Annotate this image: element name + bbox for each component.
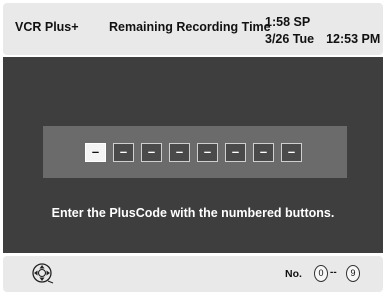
- number-9-button-icon: 9: [346, 265, 360, 282]
- vcr-plus-screen: VCR Plus+ Remaining Recording Time 1:58 …: [0, 0, 386, 295]
- footer-bar: No. 0 -- 9: [3, 256, 383, 292]
- pluscode-digit-7[interactable]: –: [253, 143, 274, 162]
- pluscode-entry-panel: – – – – – – – –: [43, 126, 347, 178]
- pluscode-digit-1[interactable]: –: [85, 143, 106, 162]
- time-display: 12:53 PM: [326, 32, 381, 46]
- pluscode-digit-2[interactable]: –: [113, 143, 134, 162]
- pluscode-digit-5[interactable]: –: [197, 143, 218, 162]
- main-area: – – – – – – – – Enter the PlusCode with …: [3, 57, 383, 253]
- date-display: 3/26 Tue: [265, 32, 315, 46]
- pluscode-digit-6[interactable]: –: [225, 143, 246, 162]
- pluscode-digit-8[interactable]: –: [281, 143, 302, 162]
- pluscode-digit-4[interactable]: –: [169, 143, 190, 162]
- directional-pad-icon: [29, 260, 55, 291]
- screen-title: VCR Plus+: [15, 20, 79, 34]
- date-time: 3/26 Tue 12:53 PM: [265, 32, 380, 46]
- range-separator: --: [330, 267, 337, 278]
- number-label: No.: [285, 268, 302, 280]
- pluscode-digit-row: – – – – – – – –: [85, 143, 302, 162]
- instruction-text: Enter the PlusCode with the numbered but…: [51, 206, 335, 220]
- pluscode-digit-3[interactable]: –: [141, 143, 162, 162]
- remaining-time-value: 1:58 SP: [265, 15, 311, 29]
- header-bar: VCR Plus+ Remaining Recording Time 1:58 …: [3, 3, 383, 55]
- remaining-time-label: Remaining Recording Time: [109, 20, 271, 34]
- number-0-button-icon: 0: [314, 265, 328, 282]
